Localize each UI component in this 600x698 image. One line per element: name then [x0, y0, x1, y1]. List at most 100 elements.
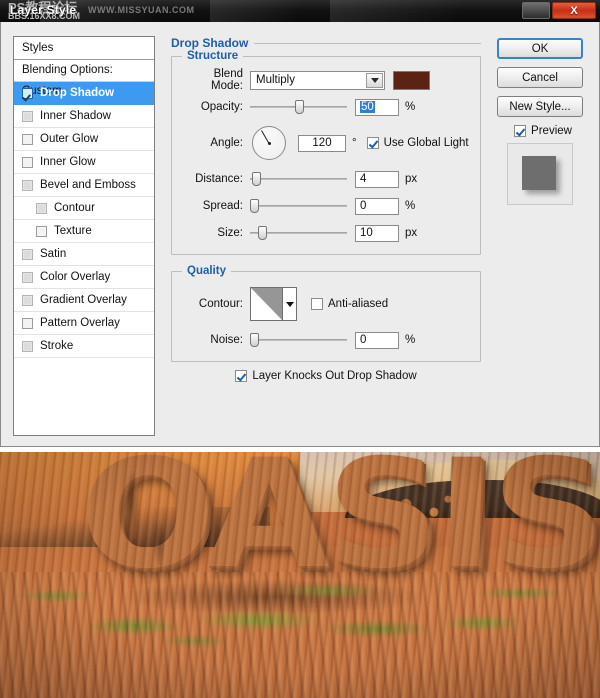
opacity-label: Opacity:: [200, 101, 243, 113]
blend-mode-value: Multiply: [256, 74, 295, 86]
checkbox-contour[interactable]: [36, 202, 47, 214]
slider-knob[interactable]: [258, 226, 267, 240]
checkbox-bevel-and-emboss[interactable]: [22, 179, 33, 191]
size-input[interactable]: 10: [355, 224, 399, 242]
drop-shadow-section: Drop Shadow Structure Blend Mode: Multip…: [171, 36, 481, 382]
sidebar-item-texture[interactable]: Texture: [14, 220, 154, 243]
knocks-out-row: Layer Knocks Out Drop Shadow: [171, 370, 481, 382]
checkbox-gradient-overlay[interactable]: [22, 294, 33, 306]
sidebar-item-gradient-overlay[interactable]: Gradient Overlay: [14, 289, 154, 312]
checkbox-outer-glow[interactable]: [22, 133, 33, 145]
size-unit: px: [405, 227, 418, 239]
slider-knob[interactable]: [252, 172, 261, 186]
dialog-actions: OK Cancel New Style... Preview: [497, 38, 589, 205]
checkbox-inner-glow[interactable]: [22, 156, 33, 168]
distance-unit: px: [405, 173, 418, 185]
styles-header[interactable]: Styles: [14, 37, 154, 60]
opacity-input[interactable]: 50: [355, 98, 399, 116]
effect-preview-thumbnail: [507, 143, 573, 205]
angle-hub-dot: [267, 141, 271, 145]
sidebar-item-color-overlay[interactable]: Color Overlay: [14, 266, 154, 289]
spread-label: Spread:: [202, 200, 243, 212]
preview-checkbox[interactable]: [514, 125, 527, 137]
sidebar-item-inner-shadow[interactable]: Inner Shadow: [14, 105, 154, 128]
quality-legend: Quality: [182, 265, 231, 277]
anti-aliased-checkbox[interactable]: [311, 298, 323, 310]
slider-track: [250, 205, 347, 207]
window-controls: X: [522, 2, 596, 19]
distance-input[interactable]: 4: [355, 170, 399, 188]
sidebar-item-label: Gradient Overlay: [40, 294, 127, 306]
structure-group: Structure Blend Mode: Multiply Opacity:: [171, 50, 481, 255]
slider-track: [250, 178, 347, 180]
spread-row: Spread: 0 %: [182, 195, 470, 217]
spread-slider[interactable]: [250, 199, 347, 213]
noise-input[interactable]: 0: [355, 331, 399, 349]
slider-knob[interactable]: [295, 100, 304, 114]
distance-label: Distance:: [195, 173, 243, 185]
layer-knocks-out-checkbox[interactable]: [235, 370, 248, 382]
sidebar-item-stroke[interactable]: Stroke: [14, 335, 154, 358]
anti-aliased-label: Anti-aliased: [328, 298, 389, 310]
noise-slider[interactable]: [250, 333, 347, 347]
chevron-down-icon[interactable]: [366, 72, 383, 88]
shadow-color-swatch[interactable]: [393, 70, 430, 90]
sidebar-item-label: Drop Shadow: [40, 87, 115, 99]
sidebar-item-bevel-and-emboss[interactable]: Bevel and Emboss: [14, 174, 154, 197]
angle-label: Angle:: [210, 137, 243, 149]
checkbox-pattern-overlay[interactable]: [22, 317, 33, 329]
blend-mode-select[interactable]: Multiply: [250, 70, 385, 90]
sidebar-item-inner-glow[interactable]: Inner Glow: [14, 151, 154, 174]
screenshot-root: PS教程论坛 Layer Style BBS.16XX8.COM WWW.MIS…: [0, 0, 600, 698]
chevron-down-icon[interactable]: [283, 288, 296, 320]
sidebar-item-contour[interactable]: Contour: [14, 197, 154, 220]
angle-input[interactable]: 120: [298, 134, 346, 152]
distance-slider[interactable]: [250, 172, 347, 186]
sidebar-item-satin[interactable]: Satin: [14, 243, 154, 266]
sidebar-item-outer-glow[interactable]: Outer Glow: [14, 128, 154, 151]
section-title-drop-shadow: Drop Shadow: [171, 36, 255, 50]
size-row: Size: 10 px: [182, 222, 470, 244]
sidebar-item-label: Bevel and Emboss: [40, 179, 136, 191]
checkbox-drop-shadow[interactable]: [22, 87, 33, 99]
watermark-bbs: BBS.16XX8.COM: [8, 11, 81, 21]
slider-track: [250, 339, 347, 341]
blend-mode-label: Blend Mode:: [211, 68, 243, 92]
sidebar-item-label: Stroke: [40, 340, 74, 352]
minimize-button[interactable]: [522, 2, 550, 19]
sidebar-item-label: Satin: [40, 248, 67, 260]
noise-row: Noise: 0 %: [182, 329, 470, 351]
checkbox-inner-shadow[interactable]: [22, 110, 33, 122]
checkbox-satin[interactable]: [22, 248, 33, 260]
use-global-light-checkbox[interactable]: [366, 137, 379, 149]
titlebar-streak-3: [330, 0, 460, 22]
spread-unit: %: [405, 200, 416, 212]
cancel-button[interactable]: Cancel: [497, 67, 583, 88]
new-style-button[interactable]: New Style...: [497, 96, 583, 117]
preview-toggle-row: Preview: [497, 125, 589, 137]
angle-dial[interactable]: [252, 126, 286, 160]
noise-label: Noise:: [210, 334, 243, 346]
size-slider[interactable]: [250, 226, 347, 240]
quality-group: Quality Contour: Anti-aliased Noise: 0 %: [171, 265, 481, 362]
slider-knob[interactable]: [250, 333, 259, 347]
effect-settings-panel: Drop Shadow Structure Blend Mode: Multip…: [171, 36, 481, 382]
contour-row: Contour: Anti-aliased: [182, 284, 470, 324]
blending-options-row[interactable]: Blending Options: Custom: [14, 60, 154, 97]
sidebar-item-pattern-overlay[interactable]: Pattern Overlay: [14, 312, 154, 335]
window-titlebar: PS教程论坛 Layer Style BBS.16XX8.COM WWW.MIS…: [0, 0, 600, 22]
opacity-unit: %: [405, 101, 416, 113]
contour-preset-picker[interactable]: [250, 287, 297, 321]
checkbox-stroke[interactable]: [22, 340, 33, 352]
slider-knob[interactable]: [250, 199, 259, 213]
close-icon[interactable]: X: [552, 2, 596, 19]
opacity-slider[interactable]: [250, 100, 347, 114]
spread-input[interactable]: 0: [355, 197, 399, 215]
desert-oasis-photo: OASIS: [0, 452, 600, 698]
layer-knocks-out-label: Layer Knocks Out Drop Shadow: [252, 370, 417, 382]
checkbox-texture[interactable]: [36, 225, 47, 237]
photo-vignette: [0, 452, 600, 698]
ok-button[interactable]: OK: [497, 38, 583, 59]
checkbox-color-overlay[interactable]: [22, 271, 33, 283]
styles-panel: Styles Blending Options: Custom Drop Sha…: [13, 36, 155, 436]
